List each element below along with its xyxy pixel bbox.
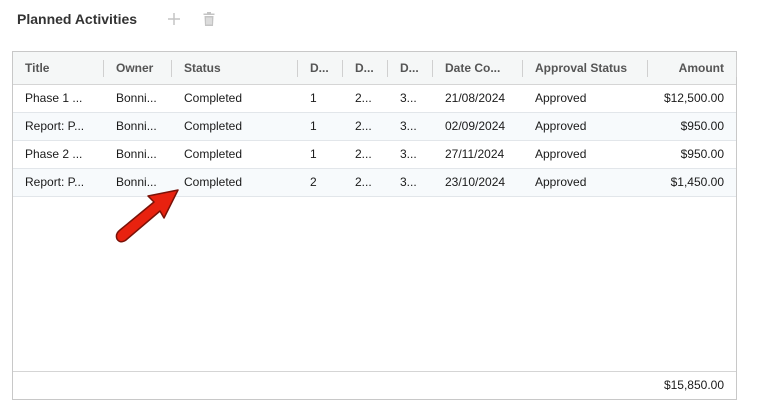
- cell-d2: 2...: [355, 147, 372, 161]
- panel-title: Planned Activities: [17, 11, 138, 27]
- cell-title: Phase 1 ...: [25, 91, 83, 105]
- cell-d3: 3...: [400, 147, 417, 161]
- cell-title: Report: P...: [25, 119, 85, 133]
- grid-footer: $15,850.00: [13, 371, 736, 399]
- cell-date-completed: 21/08/2024: [445, 91, 506, 105]
- cell-approval-status: Approved: [535, 175, 587, 189]
- cell-amount: $950.00: [680, 147, 724, 161]
- column-header-d3[interactable]: D...: [388, 52, 432, 84]
- cell-approval-status: Approved: [535, 91, 587, 105]
- cell-owner: Bonni...: [116, 91, 157, 105]
- cell-d3: 3...: [400, 91, 417, 105]
- cell-d3: 3...: [400, 175, 417, 189]
- cell-d1: 1: [310, 147, 317, 161]
- cell-d1: 1: [310, 119, 317, 133]
- cell-status: Completed: [184, 91, 243, 105]
- cell-owner: Bonni...: [116, 147, 157, 161]
- cell-date-completed: 23/10/2024: [445, 175, 506, 189]
- delete-activity-button[interactable]: [199, 9, 219, 29]
- plus-icon: [168, 13, 180, 25]
- amount-total: $15,850.00: [663, 378, 724, 392]
- cell-status: Completed: [184, 119, 243, 133]
- column-header-status[interactable]: Status: [172, 52, 297, 84]
- column-header-owner[interactable]: Owner: [104, 52, 171, 84]
- cell-approval-status: Approved: [535, 147, 587, 161]
- column-header-approval-status[interactable]: Approval Status: [523, 52, 647, 84]
- column-header-d2[interactable]: D...: [343, 52, 387, 84]
- cell-amount: $950.00: [680, 119, 724, 133]
- column-header-title[interactable]: Title: [13, 52, 103, 84]
- cell-d2: 2...: [355, 119, 372, 133]
- cell-title: Phase 2 ...: [25, 147, 83, 161]
- cell-d1: 2: [310, 175, 317, 189]
- column-header-amount[interactable]: Amount: [648, 52, 736, 84]
- cell-d2: 2...: [355, 91, 372, 105]
- red-arrow-annotation-icon: [115, 189, 179, 243]
- column-header-d1[interactable]: D...: [298, 52, 342, 84]
- cell-date-completed: 02/09/2024: [445, 119, 506, 133]
- column-header-date-completed[interactable]: Date Co...: [433, 52, 522, 84]
- table-row[interactable]: Phase 2 ... Bonni... Completed 1 2... 3.…: [13, 141, 736, 169]
- cell-approval-status: Approved: [535, 119, 587, 133]
- cell-d2: 2...: [355, 175, 372, 189]
- add-activity-button[interactable]: [164, 9, 184, 29]
- cell-d3: 3...: [400, 119, 417, 133]
- planned-activities-panel: Planned Activities Title Owner Status D.…: [0, 0, 757, 411]
- cell-amount: $1,450.00: [670, 175, 724, 189]
- cell-status: Completed: [184, 147, 243, 161]
- table-row[interactable]: Phase 1 ... Bonni... Completed 1 2... 3.…: [13, 85, 736, 113]
- cell-date-completed: 27/11/2024: [445, 147, 505, 161]
- cell-d1: 1: [310, 91, 317, 105]
- table-row[interactable]: Report: P... Bonni... Completed 1 2... 3…: [13, 113, 736, 141]
- cell-status: Completed: [184, 175, 243, 189]
- cell-title: Report: P...: [25, 175, 85, 189]
- cell-owner: Bonni...: [116, 119, 157, 133]
- cell-amount: $12,500.00: [663, 91, 724, 105]
- trash-icon: [203, 12, 215, 26]
- panel-header: Planned Activities: [17, 9, 137, 29]
- grid-header: Title Owner Status D... D... D... Date C…: [13, 52, 737, 85]
